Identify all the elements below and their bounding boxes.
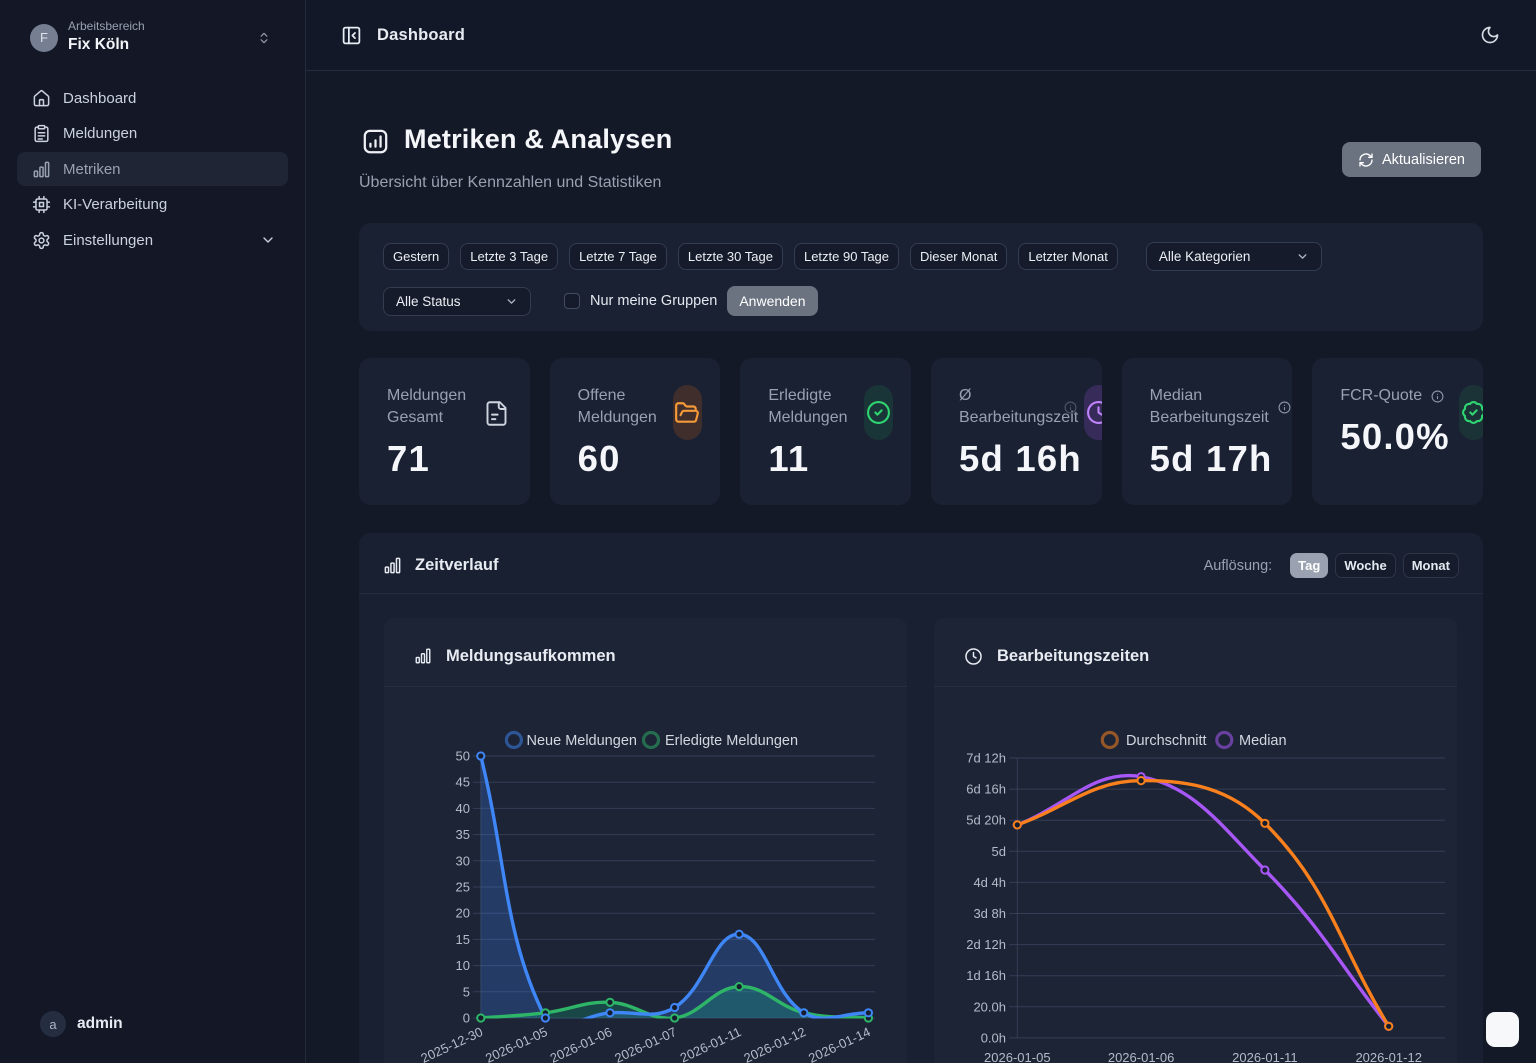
svg-text:2026-01-05: 2026-01-05 bbox=[984, 1050, 1051, 1063]
svg-text:2026-01-12: 2026-01-12 bbox=[1355, 1050, 1422, 1063]
svg-text:1d 16h: 1d 16h bbox=[966, 968, 1006, 983]
svg-text:Erledigte Meldungen: Erledigte Meldungen bbox=[665, 733, 798, 749]
svg-text:2026-01-06: 2026-01-06 bbox=[1108, 1050, 1175, 1063]
svg-text:2026-01-11: 2026-01-11 bbox=[1232, 1050, 1298, 1063]
svg-text:5d: 5d bbox=[992, 844, 1006, 859]
svg-text:15: 15 bbox=[456, 932, 470, 947]
svg-text:Median: Median bbox=[1239, 733, 1287, 749]
svg-text:2026-01-12: 2026-01-12 bbox=[741, 1024, 808, 1063]
svg-text:35: 35 bbox=[456, 827, 470, 842]
svg-text:25: 25 bbox=[456, 880, 470, 895]
svg-text:10: 10 bbox=[456, 958, 470, 973]
svg-text:5d 20h: 5d 20h bbox=[966, 813, 1006, 828]
svg-text:5: 5 bbox=[463, 984, 470, 999]
svg-text:40: 40 bbox=[456, 801, 470, 816]
svg-text:2026-01-11: 2026-01-11 bbox=[678, 1024, 744, 1063]
svg-text:Neue Meldungen: Neue Meldungen bbox=[527, 733, 637, 749]
svg-text:2025-12-30: 2025-12-30 bbox=[418, 1024, 485, 1063]
svg-text:3d 8h: 3d 8h bbox=[973, 906, 1006, 921]
svg-text:2026-01-14: 2026-01-14 bbox=[806, 1024, 873, 1063]
svg-text:20: 20 bbox=[456, 906, 470, 921]
svg-text:Durchschnitt: Durchschnitt bbox=[1126, 733, 1207, 749]
svg-text:2026-01-06: 2026-01-06 bbox=[548, 1024, 615, 1063]
svg-text:6d 16h: 6d 16h bbox=[966, 782, 1006, 797]
svg-text:7d 12h: 7d 12h bbox=[966, 751, 1006, 766]
svg-text:30: 30 bbox=[456, 853, 470, 868]
svg-text:2d 12h: 2d 12h bbox=[966, 937, 1006, 952]
svg-text:0: 0 bbox=[463, 1011, 470, 1026]
svg-text:0.0h: 0.0h bbox=[981, 1030, 1006, 1045]
svg-text:2026-01-07: 2026-01-07 bbox=[612, 1024, 679, 1063]
svg-text:50: 50 bbox=[456, 749, 470, 764]
svg-text:2026-01-05: 2026-01-05 bbox=[483, 1024, 550, 1063]
svg-text:45: 45 bbox=[456, 775, 470, 790]
svg-text:20.0h: 20.0h bbox=[973, 999, 1006, 1014]
svg-text:4d 4h: 4d 4h bbox=[973, 875, 1006, 890]
